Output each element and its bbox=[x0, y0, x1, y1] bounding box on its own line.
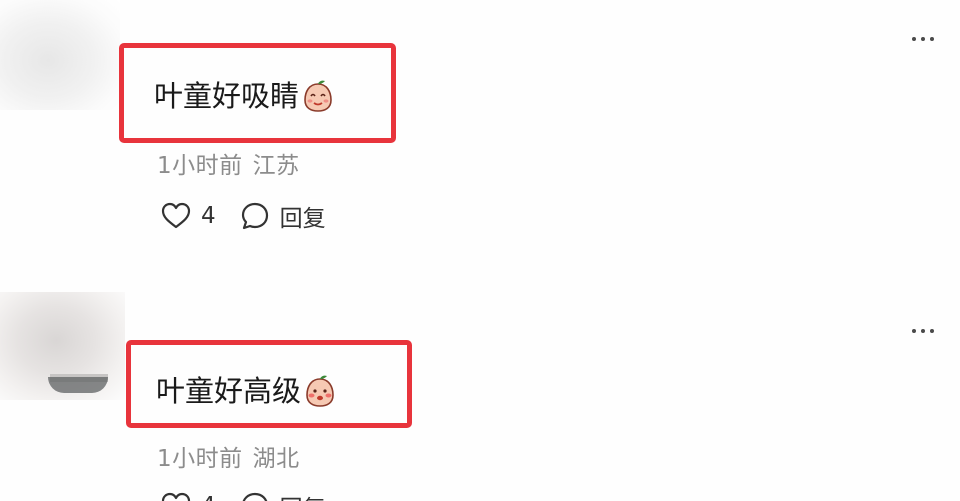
comment-bubble-icon bbox=[241, 202, 268, 230]
more-icon bbox=[912, 329, 916, 333]
like-button[interactable]: 4 bbox=[161, 492, 216, 501]
like-button[interactable]: 4 bbox=[161, 202, 216, 230]
heart-icon bbox=[161, 492, 191, 501]
comment-location: 江苏 bbox=[252, 153, 300, 179]
comment-list: 叶童好吸睛 1小时前 江苏 4 回复 叶童好高级 1小时前 湖北 bbox=[0, 0, 960, 501]
like-count: 4 bbox=[201, 203, 216, 229]
comment-meta: 1小时前 江苏 bbox=[157, 146, 300, 180]
reply-label: 回复 bbox=[279, 206, 326, 232]
peach-emoji-icon bbox=[304, 80, 332, 112]
more-options-button[interactable] bbox=[903, 319, 943, 343]
comment-time: 1小时前 bbox=[157, 446, 243, 472]
reply-button[interactable]: 回复 bbox=[240, 489, 326, 501]
comment-text-block: 叶童好吸睛 bbox=[154, 78, 335, 114]
reply-label: 回复 bbox=[280, 489, 326, 501]
more-icon bbox=[912, 37, 916, 41]
comment-actions: 4 回复 bbox=[161, 489, 326, 501]
peach-emoji-icon bbox=[306, 375, 334, 407]
like-count: 4 bbox=[201, 493, 216, 501]
avatar[interactable] bbox=[0, 292, 125, 400]
comment-actions: 4 回复 bbox=[161, 199, 326, 233]
comment-text: 叶童好高级 bbox=[156, 374, 302, 408]
comment-meta: 1小时前 湖北 bbox=[157, 439, 300, 473]
reply-button[interactable]: 回复 bbox=[240, 199, 326, 233]
heart-icon bbox=[161, 202, 191, 229]
avatar[interactable] bbox=[0, 0, 120, 110]
comment-text-block: 叶童好高级 bbox=[156, 373, 337, 409]
comment-text: 叶童好吸睛 bbox=[154, 79, 300, 113]
comment-bubble-icon bbox=[242, 492, 267, 501]
more-options-button[interactable] bbox=[903, 27, 943, 51]
comment-location: 湖北 bbox=[252, 446, 300, 472]
comment-time: 1小时前 bbox=[157, 153, 243, 179]
